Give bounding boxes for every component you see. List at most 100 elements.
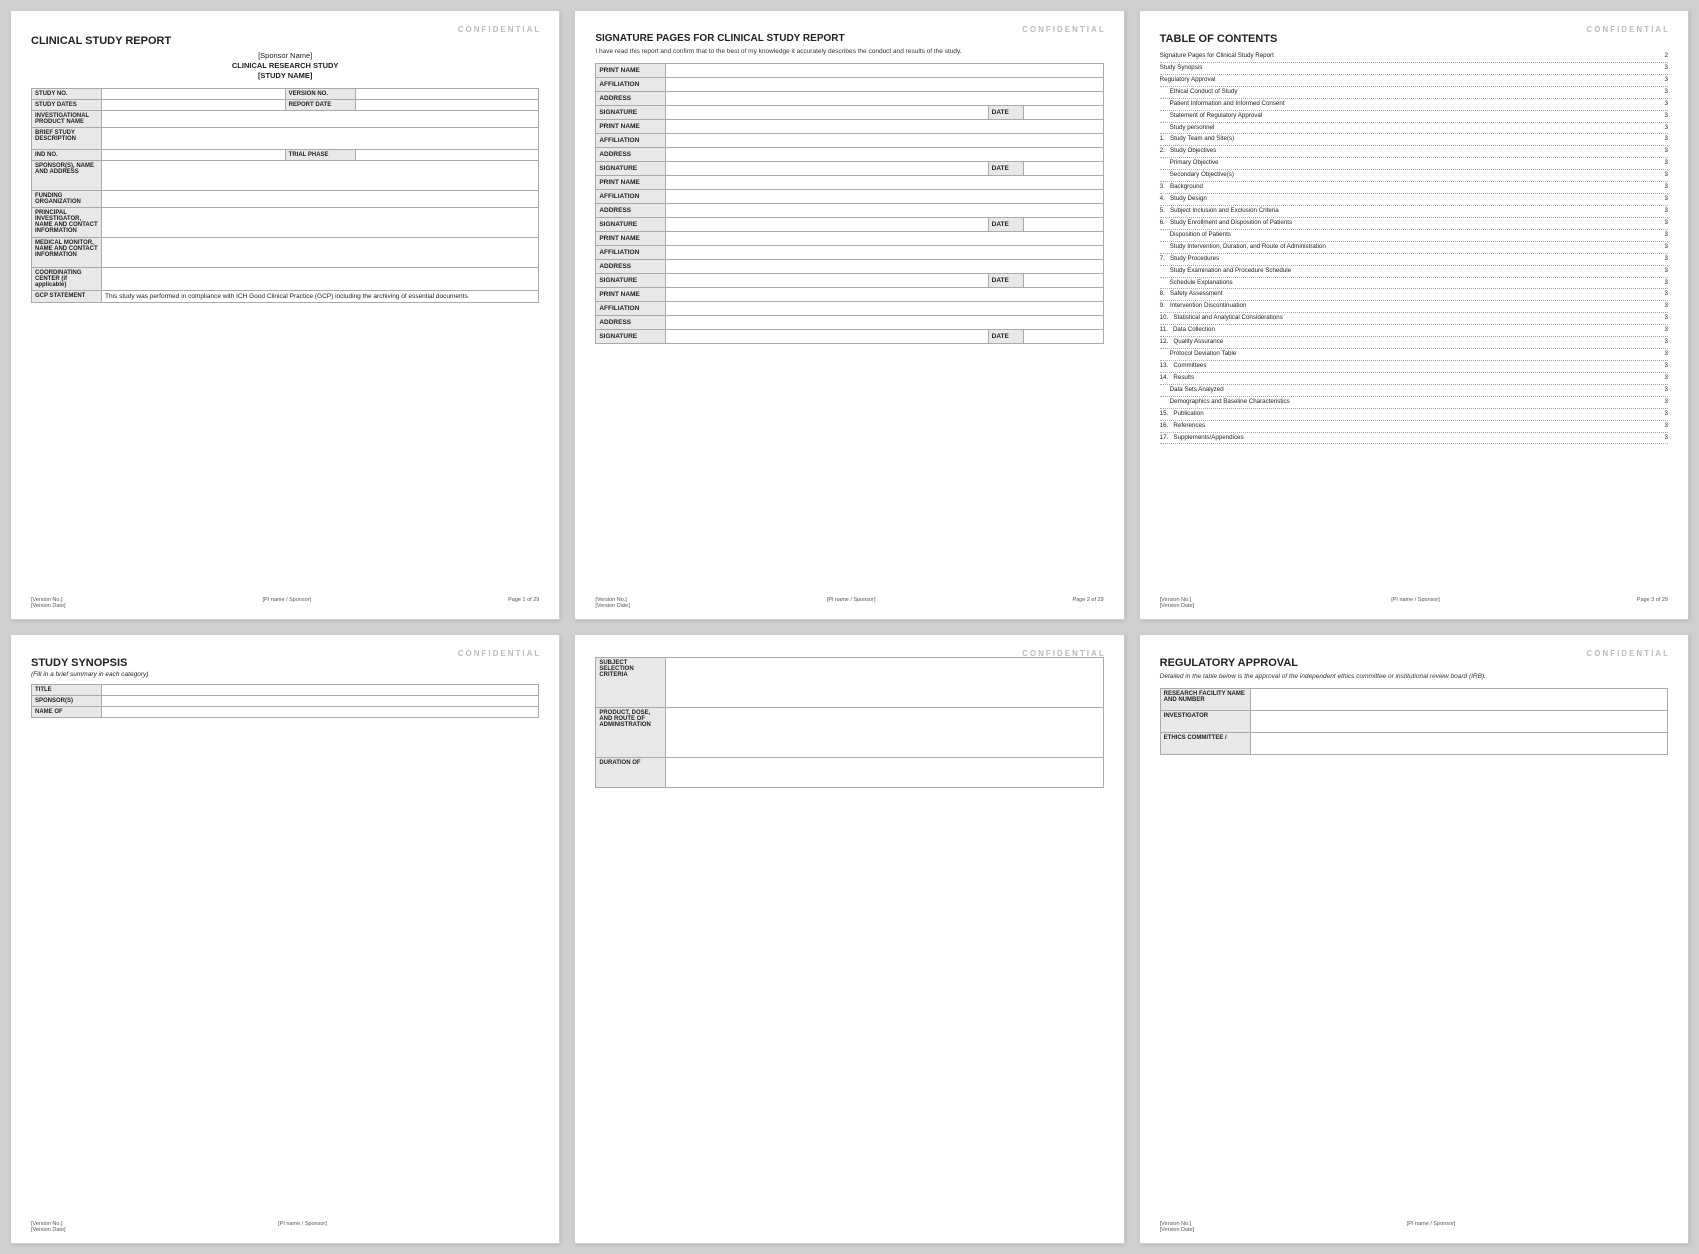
field-value: [355, 89, 539, 100]
field-label: AFFILIATION: [596, 134, 666, 148]
field-value: [666, 64, 1103, 78]
field-label: SPONSOR(S): [32, 696, 102, 707]
field-label: SIGNATURE: [596, 218, 666, 232]
field-label: PRINT NAME: [596, 288, 666, 302]
toc-item: 10. Statistical and Analytical Considera…: [1160, 313, 1668, 325]
toc-item: Signature Pages for Clinical Study Repor…: [1160, 51, 1668, 63]
field-label: ADDRESS: [596, 316, 666, 330]
table-row: AFFILIATION: [596, 78, 1103, 92]
toc-item: Statement of Regulatory Approval3: [1160, 111, 1668, 123]
page-6-title: REGULATORY APPROVAL: [1160, 657, 1668, 669]
field-label: IND NO.: [32, 150, 102, 161]
table-row: AFFILIATION: [596, 134, 1103, 148]
page-3-title: TABLE OF CONTENTS: [1160, 33, 1668, 45]
toc-item: Primary Objective3: [1160, 158, 1668, 170]
signature-table: PRINT NAME AFFILIATION ADDRESS SIGNATURE…: [595, 63, 1103, 344]
field-label: MEDICAL MONITOR, NAME AND CONTACT INFORM…: [32, 238, 102, 268]
table-row: AFFILIATION: [596, 246, 1103, 260]
toc-item: 7. Study Procedures3: [1160, 254, 1668, 266]
table-row: RESEARCH FACILITY NAME AND NUMBER: [1160, 689, 1667, 711]
field-label: SUBJECT SELECTION CRITERIA: [596, 658, 666, 708]
field-label: PRINT NAME: [596, 176, 666, 190]
field-label: SIGNATURE: [596, 106, 666, 120]
field-label: INVESTIGATOR: [1160, 711, 1250, 733]
field-value: [666, 134, 1103, 148]
table-row: SIGNATURE DATE: [596, 274, 1103, 288]
field-label: PRODUCT, DOSE, AND ROUTE OF ADMINISTRATI…: [596, 708, 666, 758]
table-row: SPONSOR(S), NAME AND ADDRESS: [32, 161, 539, 191]
field-label: ADDRESS: [596, 260, 666, 274]
field-value: [666, 246, 1103, 260]
subject-table: SUBJECT SELECTION CRITERIA PRODUCT, DOSE…: [595, 657, 1103, 788]
field-value: [666, 302, 1103, 316]
field-label: SPONSOR(S), NAME AND ADDRESS: [32, 161, 102, 191]
date-label: DATE: [988, 162, 1023, 176]
field-value: [355, 150, 539, 161]
toc-item: 14. Results3: [1160, 373, 1668, 385]
toc-item: 6. Study Enrollment and Disposition of P…: [1160, 218, 1668, 230]
date-label: DATE: [988, 218, 1023, 232]
field-value: [355, 100, 539, 111]
field-value: [666, 260, 1103, 274]
page-3-footer: [Version No.] [Version Date] [PI name / …: [1160, 597, 1668, 609]
field-label: BRIEF STUDY DESCRIPTION: [32, 128, 102, 150]
field-label: SIGNATURE: [596, 330, 666, 344]
toc-item: 11. Data Collection3: [1160, 325, 1668, 337]
toc-item: Study Synopsis3: [1160, 63, 1668, 75]
field-label: AFFILIATION: [596, 302, 666, 316]
page-grid: CONFIDENTIAL CLINICAL STUDY REPORT [Spon…: [10, 10, 1689, 1244]
field-value: [102, 128, 539, 150]
toc-list: Signature Pages for Clinical Study Repor…: [1160, 51, 1668, 444]
table-row: PRODUCT, DOSE, AND ROUTE OF ADMINISTRATI…: [596, 708, 1103, 758]
field-label: AFFILIATION: [596, 190, 666, 204]
field-value: [1250, 689, 1667, 711]
toc-item: 2. Study Objectives3: [1160, 146, 1668, 158]
footer-right: Page 1 of 29: [508, 597, 539, 609]
toc-item: Demographics and Baseline Characteristic…: [1160, 397, 1668, 409]
toc-item: Regulatory Approval3: [1160, 75, 1668, 87]
field-label: INVESTIGATIONAL PRODUCT NAME: [32, 111, 102, 128]
table-row: SIGNATURE DATE: [596, 218, 1103, 232]
date-value: [1023, 162, 1103, 176]
field-value: [666, 330, 988, 344]
footer-left: [Version No.] [Version Date]: [31, 1221, 66, 1233]
field-label: AFFILIATION: [596, 78, 666, 92]
field-value: [666, 176, 1103, 190]
date-value: [1023, 106, 1103, 120]
toc-item: 17. Supplements/Appendices3: [1160, 433, 1668, 445]
toc-item: Disposition of Patients3: [1160, 230, 1668, 242]
field-label: GCP STATEMENT: [32, 291, 102, 303]
date-label: DATE: [988, 274, 1023, 288]
page-2-subtitle: I have read this report and confirm that…: [595, 48, 1103, 55]
table-row: BRIEF STUDY DESCRIPTION: [32, 128, 539, 150]
field-value: [1250, 711, 1667, 733]
field-label: PRINT NAME: [596, 120, 666, 134]
field-label: ADDRESS: [596, 148, 666, 162]
field-label: RESEARCH FACILITY NAME AND NUMBER: [1160, 689, 1250, 711]
footer-left: [Version No.] [Version Date]: [1160, 1221, 1195, 1233]
table-row: INVESTIGATIONAL PRODUCT NAME: [32, 111, 539, 128]
table-row: ADDRESS: [596, 92, 1103, 106]
table-row: TITLE: [32, 685, 539, 696]
field-value: [666, 204, 1103, 218]
synopsis-table: TITLE SPONSOR(S) NAME OF: [31, 684, 539, 718]
field-value: [102, 100, 286, 111]
field-value: [102, 268, 539, 291]
toc-item: 8. Safety Assessment3: [1160, 289, 1668, 301]
table-row: PRINCIPAL INVESTIGATOR, NAME AND CONTACT…: [32, 208, 539, 238]
date-label: DATE: [988, 106, 1023, 120]
table-row: DURATION OF: [596, 758, 1103, 788]
toc-item: Secondary Objective(s)3: [1160, 170, 1668, 182]
toc-item: Study Examination and Procedure Schedule…: [1160, 266, 1668, 278]
footer-center: [PI name / Sponsor]: [1391, 597, 1440, 609]
field-value: [666, 218, 988, 232]
footer-center: [PI name / Sponsor]: [1407, 1221, 1456, 1233]
footer-center: [PI name / Sponsor]: [278, 1221, 327, 1233]
confidential-label-2: CONFIDENTIAL: [1022, 25, 1106, 34]
study-info-table: STUDY NO. VERSION NO. STUDY DATES REPORT…: [31, 88, 539, 303]
table-row: INVESTIGATOR: [1160, 711, 1667, 733]
field-label: PRINCIPAL INVESTIGATOR, NAME AND CONTACT…: [32, 208, 102, 238]
field-value: [666, 316, 1103, 330]
footer-left: [Version No.] [Version Date]: [595, 597, 630, 609]
toc-item: 16. References3: [1160, 421, 1668, 433]
